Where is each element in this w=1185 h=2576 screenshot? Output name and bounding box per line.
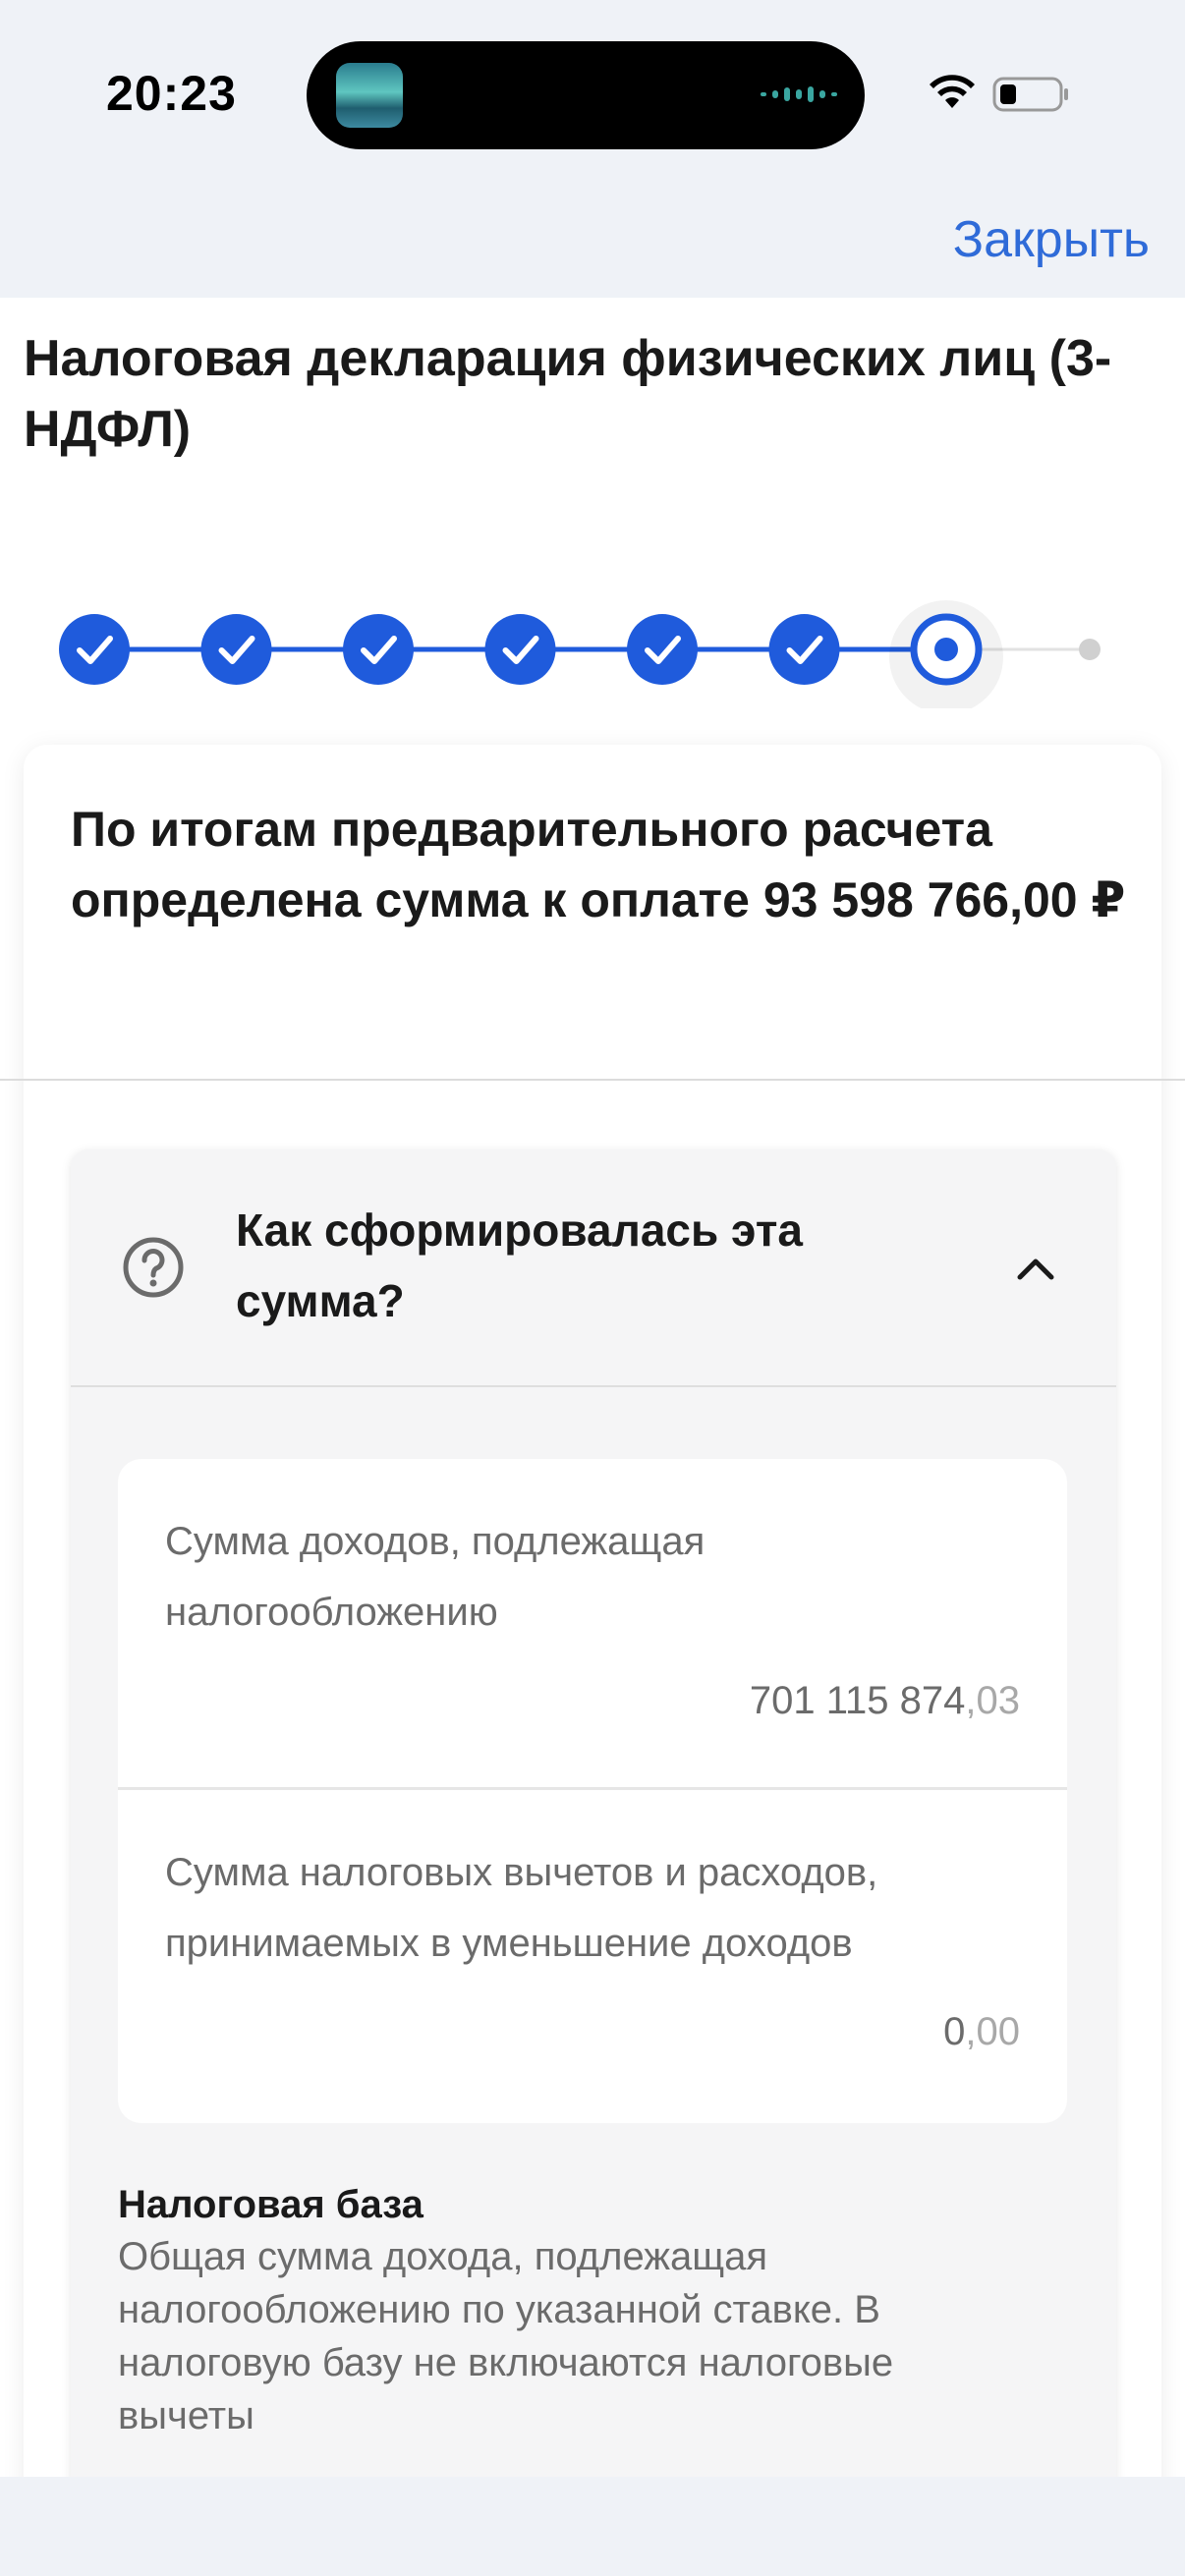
deductions-value-int: 0	[943, 2010, 966, 2053]
deductions-label: Сумма налоговых вычетов и расходов, прин…	[165, 1851, 878, 1965]
divider	[71, 1385, 1116, 1387]
chevron-up-icon	[1017, 1259, 1054, 1280]
dynamic-island	[307, 41, 865, 149]
tax-base-description: Общая сумма дохода, подлежащая налогообл…	[118, 2235, 894, 2437]
step-completed-check-icon	[59, 614, 130, 685]
list-item: Сумма налоговых вычетов и расходов, прин…	[118, 1790, 1067, 2123]
step-completed-check-icon	[768, 614, 840, 685]
bottom-bar	[0, 2477, 1185, 2576]
page-title: Налоговая декларация физических лиц (3-Н…	[24, 330, 1112, 458]
stepper-graphic	[59, 600, 1100, 708]
income-label: Сумма доходов, подлежащая налогообложени…	[165, 1520, 705, 1634]
tax-base-title: Налоговая база	[118, 2183, 423, 2226]
deductions-value: 0,00	[943, 2010, 1020, 2054]
now-playing-artwork	[336, 63, 403, 128]
calculation-accordion: Как сформировалась эта сумма? Сумма дохо…	[71, 1149, 1116, 2477]
main-content: Налоговая декларация физических лиц (3-Н…	[0, 298, 1185, 2477]
income-value: 701 115 874,03	[750, 1679, 1020, 1723]
income-value-int: 701 115 874	[749, 1679, 966, 1722]
question-circle-icon	[123, 1237, 184, 1298]
income-value-frac: ,03	[965, 1679, 1020, 1722]
wifi-icon	[930, 75, 975, 108]
list-item: Сумма доходов, подлежащая налогообложени…	[118, 1459, 1067, 1787]
close-button[interactable]: Закрыть	[953, 210, 1150, 269]
step-current-indicator	[889, 600, 1003, 708]
figures-card: Сумма доходов, подлежащая налогообложени…	[118, 1459, 1067, 2123]
summary-amount-text: По итогам предварительного расчета опред…	[71, 802, 1126, 927]
status-time: 20:23	[106, 66, 237, 121]
step-completed-check-icon	[343, 614, 414, 685]
step-upcoming-dot	[1079, 639, 1100, 660]
step-completed-check-icon	[200, 614, 272, 685]
battery-icon	[992, 77, 1068, 112]
accordion-toggle[interactable]: Как сформировалась эта сумма?	[71, 1149, 1116, 1385]
step-completed-check-icon	[484, 614, 556, 685]
divider	[0, 1079, 1185, 1081]
deductions-value-frac: ,00	[965, 2010, 1020, 2053]
status-bar: 20:23	[0, 0, 1185, 187]
progress-stepper	[0, 551, 1185, 708]
audio-waveform-icon	[761, 86, 837, 102]
summary-card: По итогам предварительного расчета опред…	[0, 745, 1185, 2477]
step-completed-check-icon	[627, 614, 698, 685]
accordion-title: Как сформировалась эта сумма?	[236, 1204, 803, 1326]
